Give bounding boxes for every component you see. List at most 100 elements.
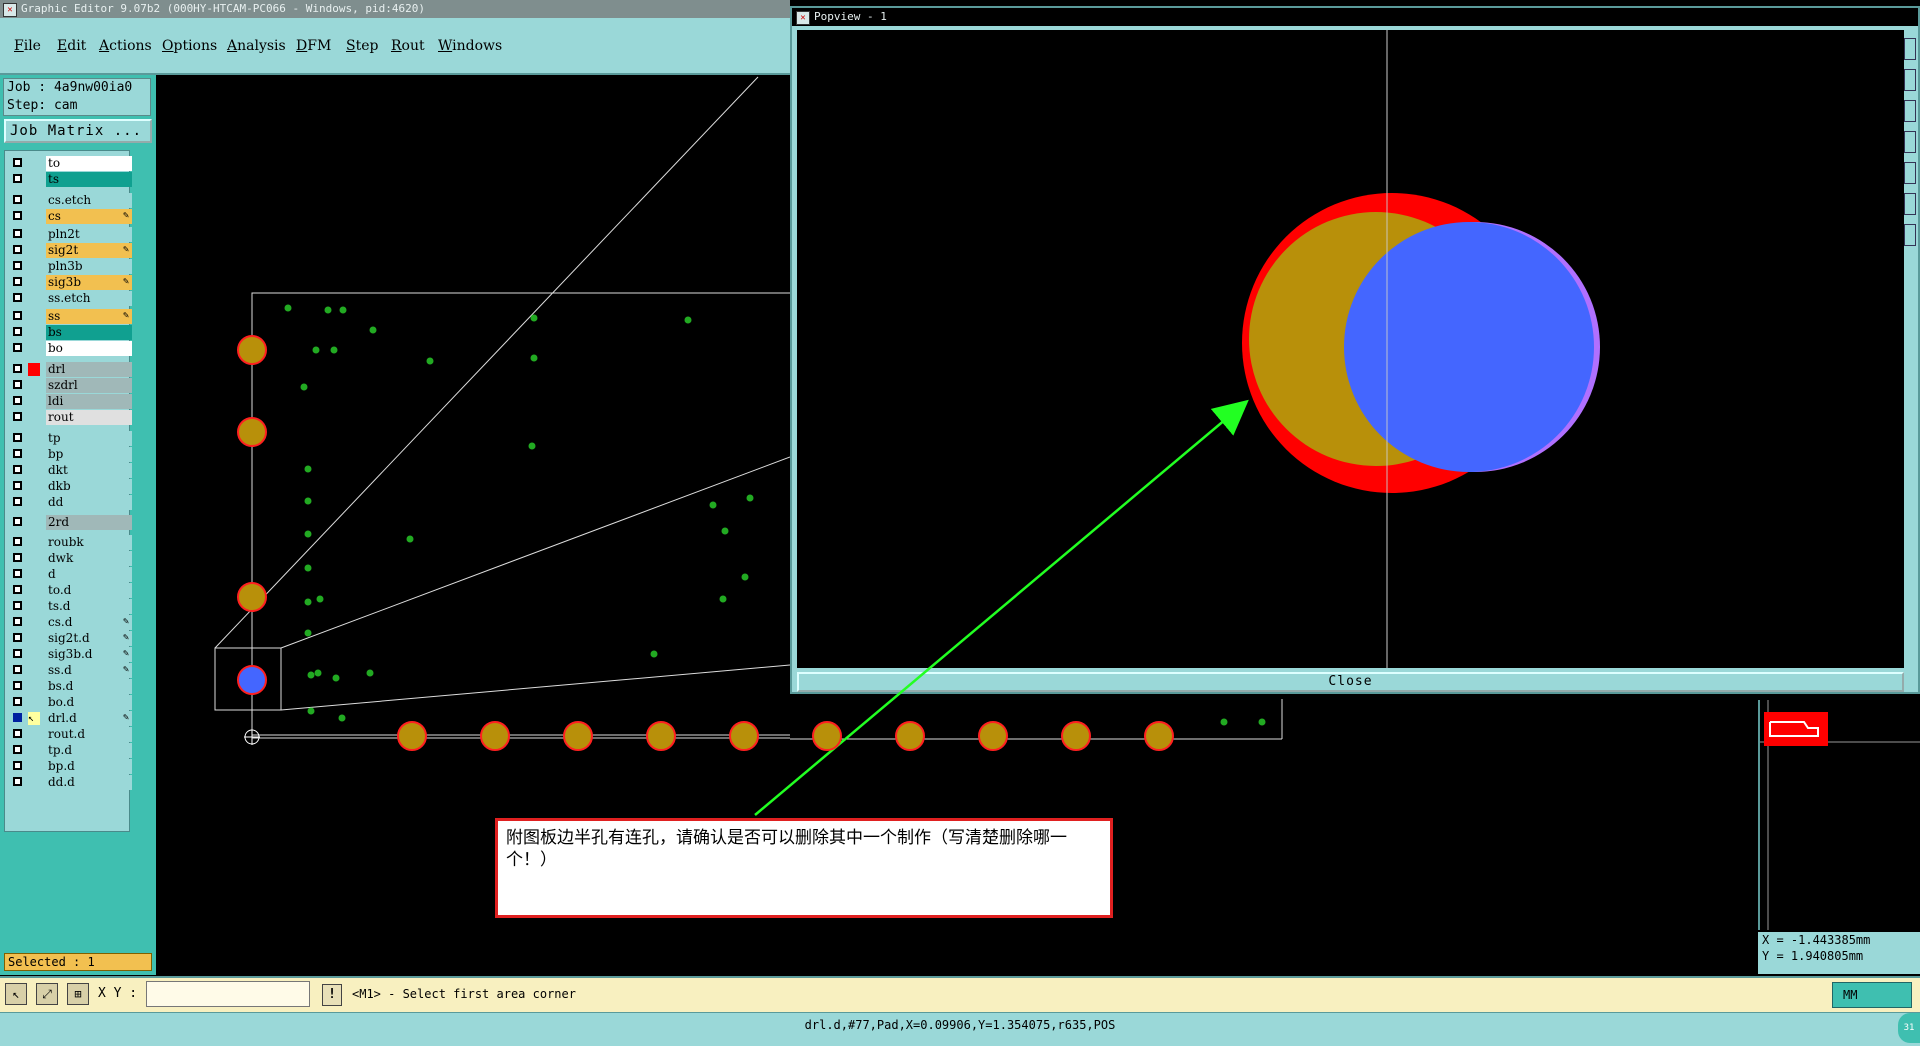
layer-color-swatch[interactable]: ↖: [28, 712, 40, 725]
layer-row-ss-d[interactable]: ss.d✎: [9, 663, 132, 678]
grid-icon[interactable]: ⊞: [67, 983, 89, 1005]
layer-checkbox[interactable]: [13, 777, 22, 786]
menu-file[interactable]: File: [14, 38, 41, 54]
layer-row-rout[interactable]: rout: [9, 410, 132, 425]
layer-color-swatch[interactable]: [28, 776, 40, 789]
tool-strip-button[interactable]: [1904, 193, 1916, 215]
layer-color-swatch[interactable]: [28, 244, 40, 257]
layer-checkbox[interactable]: [13, 761, 22, 770]
layer-checkbox[interactable]: [13, 481, 22, 490]
layer-color-swatch[interactable]: [28, 379, 40, 392]
layer-row-drl[interactable]: drl: [9, 362, 132, 377]
layer-row-roubk[interactable]: roubk: [9, 535, 132, 550]
menu-options[interactable]: Options: [162, 38, 217, 54]
layer-row-tp[interactable]: tp: [9, 431, 132, 446]
menu-analysis[interactable]: Analysis: [227, 38, 286, 54]
layer-color-swatch[interactable]: [28, 432, 40, 445]
layer-color-swatch[interactable]: [28, 744, 40, 757]
menu-step[interactable]: Step: [346, 38, 378, 54]
layer-row-bs[interactable]: bs: [9, 325, 132, 340]
layer-checkbox[interactable]: [13, 311, 22, 320]
layer-color-swatch[interactable]: [28, 310, 40, 323]
layer-checkbox[interactable]: [13, 601, 22, 610]
menu-edit[interactable]: Edit: [57, 38, 86, 54]
layer-color-swatch[interactable]: [28, 342, 40, 355]
layer-row-bp[interactable]: bp: [9, 447, 132, 462]
layer-row-dwk[interactable]: dwk: [9, 551, 132, 566]
layer-checkbox[interactable]: [13, 713, 22, 722]
layer-color-swatch[interactable]: [28, 516, 40, 529]
menu-rout[interactable]: Rout: [391, 38, 425, 54]
layer-color-swatch[interactable]: [28, 728, 40, 741]
layer-row-sig3b-d[interactable]: sig3b.d✎: [9, 647, 132, 662]
menu-dfm[interactable]: DFM: [296, 38, 331, 54]
tool-strip-button[interactable]: [1904, 100, 1916, 122]
layer-checkbox[interactable]: [13, 745, 22, 754]
layer-color-swatch[interactable]: [28, 228, 40, 241]
layer-checkbox[interactable]: [13, 293, 22, 302]
layer-color-swatch[interactable]: [28, 363, 40, 376]
layer-checkbox[interactable]: [13, 569, 22, 578]
layer-checkbox[interactable]: [13, 433, 22, 442]
layer-checkbox[interactable]: [13, 261, 22, 270]
layer-row-bp-d[interactable]: bp.d: [9, 759, 132, 774]
layer-color-swatch[interactable]: [28, 552, 40, 565]
layer-checkbox[interactable]: [13, 517, 22, 526]
layer-checkbox[interactable]: [13, 195, 22, 204]
layer-row-rout-d[interactable]: rout.d: [9, 727, 132, 742]
job-matrix-button[interactable]: Job Matrix ...: [4, 119, 152, 143]
layer-checkbox[interactable]: [13, 465, 22, 474]
popview-close-button[interactable]: Close: [797, 672, 1904, 692]
layer-color-swatch[interactable]: [28, 568, 40, 581]
layer-checkbox[interactable]: [13, 633, 22, 642]
xy-input[interactable]: [146, 981, 310, 1007]
layer-color-swatch[interactable]: [28, 680, 40, 693]
layer-row-sig2t[interactable]: sig2t✎: [9, 243, 132, 258]
layer-color-swatch[interactable]: [28, 326, 40, 339]
layer-row-tp-d[interactable]: tp.d: [9, 743, 132, 758]
layer-row-dkt[interactable]: dkt: [9, 463, 132, 478]
layer-color-swatch[interactable]: [28, 496, 40, 509]
layer-row-dd-d[interactable]: dd.d: [9, 775, 132, 790]
layer-row-drl-d[interactable]: ↖ drl.d✎: [9, 711, 132, 726]
layer-row-cs-etch[interactable]: cs.etch: [9, 193, 132, 208]
layer-row-sig3b[interactable]: sig3b✎: [9, 275, 132, 290]
layer-checkbox[interactable]: [13, 327, 22, 336]
layer-color-swatch[interactable]: [28, 395, 40, 408]
layer-color-swatch[interactable]: [28, 664, 40, 677]
layer-color-swatch[interactable]: [28, 210, 40, 223]
tool-strip-button[interactable]: [1904, 69, 1916, 91]
layer-row-szdrl[interactable]: szdrl: [9, 378, 132, 393]
layer-color-swatch[interactable]: [28, 648, 40, 661]
layer-row-dkb[interactable]: dkb: [9, 479, 132, 494]
layer-color-swatch[interactable]: [28, 600, 40, 613]
layer-row-bo[interactable]: bo: [9, 341, 132, 356]
layer-row-sig2t-d[interactable]: sig2t.d✎: [9, 631, 132, 646]
layer-checkbox[interactable]: [13, 665, 22, 674]
tool-strip-button[interactable]: [1904, 162, 1916, 184]
zoom-icon[interactable]: ⤢: [36, 983, 58, 1005]
layer-checkbox[interactable]: [13, 697, 22, 706]
menu-windows[interactable]: Windows: [438, 38, 502, 54]
layer-checkbox[interactable]: [13, 497, 22, 506]
layer-row-to-d[interactable]: to.d: [9, 583, 132, 598]
layer-checkbox[interactable]: [13, 380, 22, 389]
units-selector[interactable]: MM: [1832, 982, 1912, 1008]
layer-checkbox[interactable]: [13, 681, 22, 690]
layer-color-swatch[interactable]: [28, 480, 40, 493]
layer-checkbox[interactable]: [13, 277, 22, 286]
layer-color-swatch[interactable]: [28, 616, 40, 629]
layer-checkbox[interactable]: [13, 396, 22, 405]
cursor-icon[interactable]: ↖: [5, 983, 27, 1005]
layer-row-to[interactable]: to: [9, 156, 132, 171]
layer-row-cs-d[interactable]: cs.d✎: [9, 615, 132, 630]
layer-color-swatch[interactable]: [28, 292, 40, 305]
layer-checkbox[interactable]: [13, 211, 22, 220]
layer-color-swatch[interactable]: [28, 194, 40, 207]
layer-checkbox[interactable]: [13, 174, 22, 183]
layer-row-2rd[interactable]: 2rd: [9, 515, 132, 530]
layer-row-pln2t[interactable]: pln2t: [9, 227, 132, 242]
layer-row-pln3b[interactable]: pln3b: [9, 259, 132, 274]
layer-color-swatch[interactable]: [28, 157, 40, 170]
tool-strip-button[interactable]: [1904, 224, 1916, 246]
